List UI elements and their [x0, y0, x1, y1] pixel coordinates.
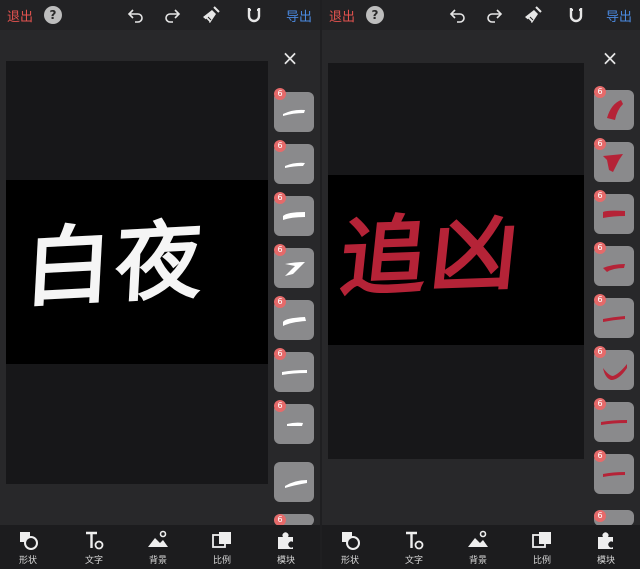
brush-stroke-tile[interactable]: 6	[594, 346, 634, 390]
tab-ratio[interactable]: 比例	[522, 529, 562, 566]
tab-background[interactable]: 背景	[138, 529, 178, 566]
brush-stroke-tile[interactable]: 6	[594, 510, 634, 526]
module-icon	[598, 532, 613, 549]
brush-stroke-tile[interactable]: 6	[594, 190, 634, 234]
brush-stroke-tile[interactable]: 6	[594, 450, 634, 494]
ratio-icon	[212, 532, 231, 548]
export-button[interactable]: 导出	[606, 4, 632, 26]
top-toolbar: 退出 ? 导出	[0, 0, 320, 30]
tab-module[interactable]: 模块	[266, 529, 306, 566]
left-editor-panel: 退出 ? 导出 × 白夜 6 6 6 6 6 6 6 6 形状 文字 背景 比例…	[0, 0, 320, 569]
undo-icon[interactable]	[448, 4, 468, 26]
brush-stroke-tile[interactable]: 6	[274, 348, 314, 392]
tab-label: 背景	[468, 556, 487, 566]
tab-label: 背景	[148, 556, 167, 566]
tab-text[interactable]: 文字	[394, 529, 434, 566]
tab-text[interactable]: 文字	[74, 529, 114, 566]
design-canvas[interactable]: 追凶	[328, 63, 584, 459]
tab-shape[interactable]: 形状	[8, 529, 48, 566]
help-button[interactable]: ?	[366, 6, 384, 24]
undo-icon[interactable]	[126, 4, 146, 26]
calligraphy-text[interactable]: 追凶	[335, 182, 529, 313]
exit-button[interactable]: 退出	[7, 4, 33, 26]
exit-button[interactable]: 退出	[329, 4, 355, 26]
close-icon[interactable]: ×	[600, 48, 620, 68]
text-icon	[86, 531, 104, 550]
tab-module[interactable]: 模块	[586, 529, 626, 566]
ratio-icon	[532, 532, 551, 548]
tab-label: 形状	[18, 556, 37, 566]
tab-label: 比例	[212, 556, 231, 566]
brush-stroke-tile[interactable]: 6	[594, 294, 634, 338]
help-button[interactable]: ?	[44, 6, 62, 24]
brush-stroke-tile[interactable]: 6	[274, 192, 314, 236]
tab-label: 文字	[84, 556, 103, 566]
brush-module-list[interactable]: 6 6 6 6 6 6 6 6	[270, 82, 318, 526]
tab-shape[interactable]: 形状	[330, 529, 370, 566]
tab-label: 文字	[404, 556, 423, 566]
redo-icon[interactable]	[484, 4, 504, 26]
redo-icon[interactable]	[162, 4, 182, 26]
brush-stroke-tile[interactable]: 6	[274, 296, 314, 340]
shape-icon	[20, 532, 38, 550]
background-icon	[148, 530, 168, 547]
brush-stroke-tile[interactable]	[274, 462, 314, 502]
export-button[interactable]: 导出	[286, 4, 312, 26]
calligraphy-text[interactable]: 白夜	[22, 189, 209, 323]
shape-icon	[342, 532, 360, 550]
brush-stroke-tile[interactable]: 6	[274, 140, 314, 184]
brush-stroke-tile[interactable]: 6	[274, 88, 314, 132]
clear-brush-icon[interactable]	[200, 4, 222, 26]
tab-label: 比例	[532, 556, 551, 566]
background-icon	[468, 530, 488, 547]
tab-label: 形状	[340, 556, 359, 566]
tab-label: 模块	[276, 556, 295, 566]
bottom-tab-bar: 形状 文字 背景 比例 模块	[0, 525, 320, 569]
bottom-tab-bar: 形状 文字 背景 比例 模块	[322, 525, 640, 569]
magnet-icon[interactable]	[566, 4, 586, 26]
brush-stroke-tile[interactable]: 6	[274, 244, 314, 288]
top-toolbar: 退出 ? 导出	[322, 0, 640, 30]
tile-badge: 6	[594, 510, 606, 522]
magnet-icon[interactable]	[244, 4, 264, 26]
brush-stroke-tile[interactable]: 6	[594, 398, 634, 442]
tab-ratio[interactable]: 比例	[202, 529, 242, 566]
design-canvas[interactable]: 白夜	[6, 61, 268, 484]
brush-stroke-tile[interactable]: 6	[274, 400, 314, 444]
module-icon	[278, 532, 293, 549]
tab-background[interactable]: 背景	[458, 529, 498, 566]
text-icon	[406, 531, 424, 550]
brush-stroke-tile[interactable]: 6	[594, 86, 634, 130]
brush-stroke-tile[interactable]: 6	[594, 242, 634, 286]
tab-label: 模块	[596, 556, 615, 566]
brush-module-list[interactable]: 6 6 6 6 6 6 6 6 6	[590, 82, 638, 526]
right-editor-panel: 退出 ? 导出 × 追凶 6 6 6 6 6 6 6 6 6 形状 文字 背景 …	[322, 0, 640, 569]
close-icon[interactable]: ×	[280, 48, 300, 68]
clear-brush-icon[interactable]	[522, 4, 544, 26]
brush-stroke-tile[interactable]: 6	[594, 138, 634, 182]
